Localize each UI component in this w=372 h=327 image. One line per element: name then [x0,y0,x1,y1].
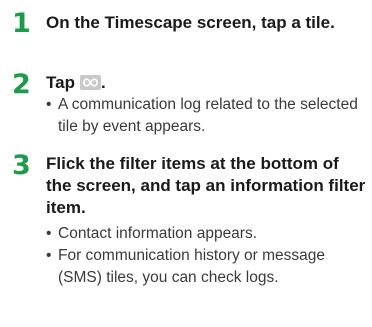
note-text: A communication log related to the selec… [58,96,358,135]
step-notes: • Contact information appears. • For commu… [46,223,368,289]
step-number: 2 [12,69,31,100]
bullet-glyph: • [46,96,52,113]
step-title: On the Timescape screen, tap a tile. [46,13,335,32]
note-text: For communication history or message (SM… [58,247,326,286]
step-title: Tap. [46,72,366,94]
note-item: • Contact information appears. [46,223,368,245]
bullet-glyph: • [46,225,52,242]
bullet-glyph: • [46,247,52,264]
step-number: 3 [12,150,31,181]
note-item: • For communication history or message (S… [46,245,368,289]
step-notes: • A communication log related to the sele… [46,94,368,138]
infinity-button-icon [79,75,101,90]
step-title-suffix: . [100,73,106,92]
step-title-text: Tap [46,73,75,92]
manual-page: { "steps": [ { "number": "1", "title": "… [0,0,372,327]
note-item: • A communication log related to the sele… [46,94,368,138]
note-text: Contact information appears. [58,225,258,242]
step-title: Flick the filter items at the bottom of … [46,154,366,217]
step-number: 1 [12,8,31,39]
